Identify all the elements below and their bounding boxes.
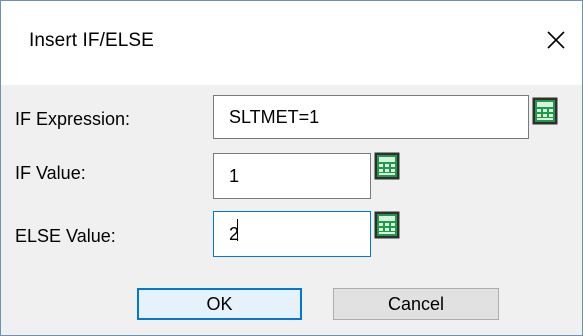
dialog-title: Insert IF/ELSE <box>29 30 154 51</box>
else-value-calculator-button[interactable] <box>374 211 400 239</box>
if-expression-calculator-button[interactable] <box>532 97 558 125</box>
calculator-icon <box>532 97 558 125</box>
if-value-calculator-button[interactable] <box>374 152 400 180</box>
if-value-input[interactable] <box>213 153 371 199</box>
insert-if-else-dialog: Insert IF/ELSE IF Expression: IF Value: <box>0 0 583 336</box>
if-expression-input[interactable] <box>213 95 529 139</box>
ok-button[interactable]: OK <box>137 288 302 320</box>
close-button[interactable] <box>541 25 571 55</box>
if-expression-label: IF Expression: <box>15 109 131 129</box>
text-caret <box>237 219 238 241</box>
close-icon <box>547 31 565 49</box>
calculator-icon <box>374 211 400 239</box>
if-value-label: IF Value: <box>15 163 86 183</box>
calculator-icon <box>374 152 400 180</box>
cancel-button[interactable]: Cancel <box>333 288 499 320</box>
title-bar[interactable]: Insert IF/ELSE <box>1 1 582 85</box>
else-value-label: ELSE Value: <box>15 226 116 246</box>
